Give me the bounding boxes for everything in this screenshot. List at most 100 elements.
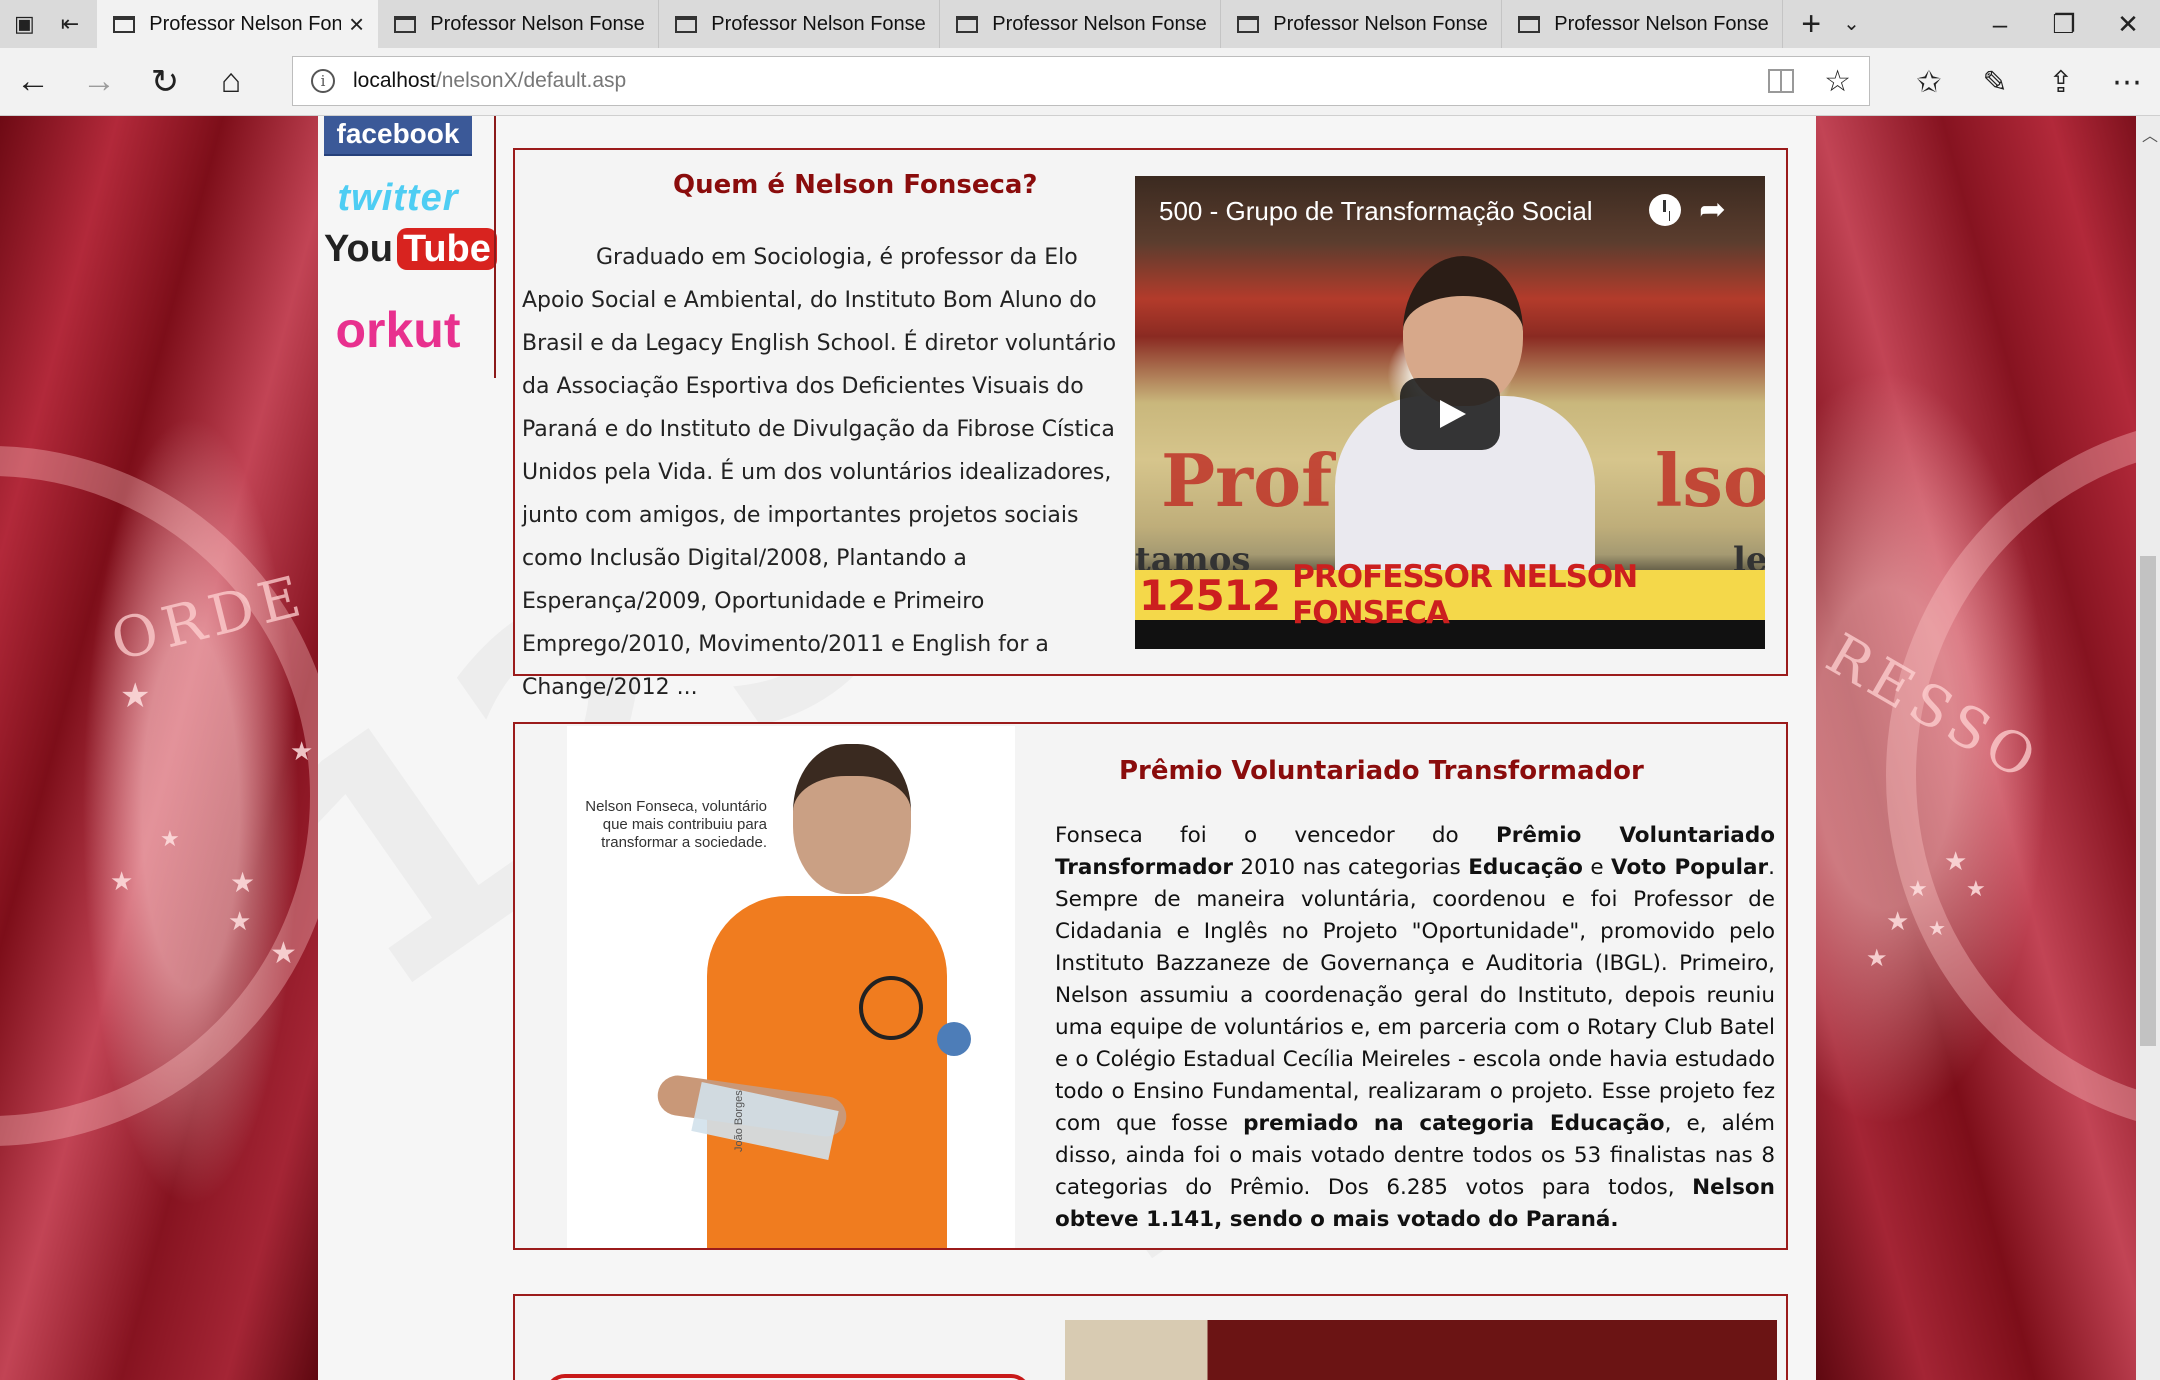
tab-5[interactable]: Professor Nelson Fonseca	[1221, 0, 1503, 48]
flag-background-right: RESSO ★ ★ ★ ★ ★ ★	[1816, 116, 2160, 1380]
reading-view-icon[interactable]	[1768, 69, 1795, 93]
tab-4[interactable]: Professor Nelson Fonseca	[940, 0, 1222, 48]
star-icon: ★	[290, 736, 314, 766]
tab-title: Professor Nelson Fon	[149, 12, 342, 35]
award-text-bold: premiado na categoria Educação	[1243, 1111, 1665, 1136]
photo-person-body	[707, 896, 947, 1248]
scroll-up-icon[interactable]: ︿	[2142, 122, 2158, 146]
star-icon: ★	[1966, 876, 1986, 901]
star-icon: ★	[1944, 846, 1968, 876]
tab-title: Professor Nelson Fonseca	[1554, 12, 1769, 35]
star-icon: ★	[120, 677, 151, 715]
video-bg-word: lso	[1655, 438, 1765, 523]
page-icon	[113, 15, 136, 33]
social-links: facebook twitter You Tube orkut	[324, 116, 497, 358]
web-note-pen-icon[interactable]: ✎	[1962, 65, 2028, 100]
tab-title: Professor Nelson Fonseca	[1273, 12, 1488, 35]
tab-title: Professor Nelson Fonseca	[992, 12, 1207, 35]
page-icon	[394, 15, 417, 33]
tabs-aside-icon[interactable]: ▣	[14, 11, 35, 37]
photo-person-head	[793, 744, 911, 894]
award-text-part: e	[1582, 855, 1612, 880]
award-text: Fonseca foi o vencedor do Prêmio Volunta…	[1055, 820, 1775, 1236]
star-icon: ★	[110, 866, 134, 896]
youtube-logo-tube: Tube	[396, 228, 497, 270]
next-section	[513, 1294, 1788, 1380]
set-aside-tabs-icon[interactable]: ⇤	[61, 11, 79, 37]
restore-icon[interactable]: ❐	[2032, 9, 2096, 40]
scrollbar-thumb[interactable]	[2140, 556, 2156, 1046]
tab-actions: ▣ ⇤	[0, 0, 97, 48]
about-title: Quem é Nelson Fonseca?	[673, 170, 1038, 200]
star-icon: ★	[1908, 876, 1928, 901]
share-icon[interactable]: ⇪	[2028, 65, 2094, 100]
toolbar-tools: ✩ ✎ ⇪ ⋯	[1896, 48, 2160, 116]
award-text-part: 2010 nas categorias	[1232, 855, 1469, 880]
page-icon	[956, 15, 979, 33]
more-menu-icon[interactable]: ⋯	[2094, 65, 2160, 100]
video-banner: 12512 PROFESSOR NELSON FONSECA	[1135, 559, 1765, 631]
tab-title: Professor Nelson Fonseca	[711, 12, 926, 35]
favorite-star-icon[interactable]: ☆	[1824, 64, 1851, 99]
award-photo: Nelson Fonseca, voluntário que mais cont…	[567, 726, 1015, 1248]
flag-globe	[0, 446, 318, 1146]
home-icon[interactable]: ⌂	[198, 62, 264, 101]
share-arrow-icon[interactable]: ➦	[1699, 190, 1726, 228]
shirt-logo-icon	[859, 976, 923, 1040]
about-text: Graduado em Sociologia, é professor da E…	[522, 245, 1117, 700]
about-section: Quem é Nelson Fonseca? Graduado em Socio…	[513, 148, 1788, 700]
tab-6[interactable]: Professor Nelson Fonseca	[1502, 0, 1784, 48]
refresh-icon[interactable]: ↻	[132, 62, 198, 102]
minimize-icon[interactable]: –	[1968, 9, 2032, 40]
youtube-link[interactable]: You Tube	[324, 228, 497, 288]
star-icon: ★	[1866, 945, 1888, 972]
star-icon: ★	[160, 826, 180, 851]
video-bg-word: Prof	[1161, 438, 1333, 523]
page-icon	[675, 15, 698, 33]
url-field[interactable]: i localhost/nelsonX/default.asp ☆	[292, 56, 1870, 106]
video-title[interactable]: 500 - Grupo de Transformação Social	[1159, 196, 1593, 227]
close-window-icon[interactable]: ✕	[2096, 9, 2160, 40]
tab-1[interactable]: Professor Nelson Fon ×	[97, 0, 379, 48]
orkut-link[interactable]: orkut	[324, 302, 472, 358]
page-icon	[1518, 15, 1541, 33]
tab-2[interactable]: Professor Nelson Fonseca	[378, 0, 660, 48]
award-text-bold: Voto Popular	[1611, 855, 1769, 880]
star-icon: ★	[1928, 918, 1946, 940]
facebook-link[interactable]: facebook	[324, 116, 472, 156]
page-icon	[1237, 15, 1260, 33]
tab-title: Professor Nelson Fonseca	[430, 12, 645, 35]
stage-curtain-photo	[1065, 1320, 1777, 1380]
twitter-link[interactable]: twitter	[324, 178, 472, 218]
close-tab-icon[interactable]: ×	[349, 9, 364, 40]
vertical-scrollbar[interactable]: ︿	[2136, 116, 2160, 1380]
site-info-icon[interactable]: i	[311, 69, 335, 93]
page-viewport: ORDE ★ ★ ★ ★ ★ ★ ★ 125 12 facebook twitt…	[0, 116, 2160, 1380]
tab-bar: ▣ ⇤ Professor Nelson Fon × Professor Nel…	[0, 0, 2160, 48]
award-text-part: Fonseca foi o vencedor do	[1055, 823, 1496, 848]
award-text-bold: Educação	[1468, 855, 1583, 880]
photo-credit: João Borges	[733, 1090, 745, 1152]
youtube-video-embed[interactable]: Prof lso tamos le 500 - Grupo de Transfo…	[1135, 176, 1765, 649]
back-icon[interactable]: ←	[0, 62, 66, 101]
play-button[interactable]	[1400, 378, 1500, 450]
tab-3[interactable]: Professor Nelson Fonseca	[659, 0, 941, 48]
flag-background-left: ORDE ★ ★ ★ ★ ★ ★ ★	[0, 116, 318, 1380]
url-host: localhost	[353, 69, 436, 92]
photo-caption: Nelson Fonseca, voluntário que mais cont…	[585, 798, 767, 851]
watch-later-icon[interactable]	[1649, 194, 1681, 226]
award-section: Nelson Fonseca, voluntário que mais cont…	[513, 722, 1788, 1250]
window-controls: – ❐ ✕	[1968, 0, 2160, 48]
forward-icon: →	[82, 62, 116, 100]
star-icon: ★	[1886, 906, 1910, 936]
star-icon: ★	[228, 906, 252, 936]
url-path: /nelsonX/default.asp	[435, 69, 627, 92]
award-title: Prêmio Voluntariado Transformador	[1119, 756, 1644, 786]
address-bar: ← → ↻ ⌂ i localhost/nelsonX/default.asp …	[0, 48, 2160, 116]
url-text[interactable]: localhost/nelsonX/default.asp	[353, 69, 626, 93]
new-tab-icon[interactable]: +	[1783, 0, 1839, 48]
tab-preview-chevron-icon[interactable]: ⌄	[1839, 0, 1882, 48]
candidate-name: PROFESSOR NELSON FONSECA	[1292, 559, 1638, 631]
globe-pin-icon	[937, 1022, 971, 1056]
favorites-hub-icon[interactable]: ✩	[1896, 65, 1962, 100]
